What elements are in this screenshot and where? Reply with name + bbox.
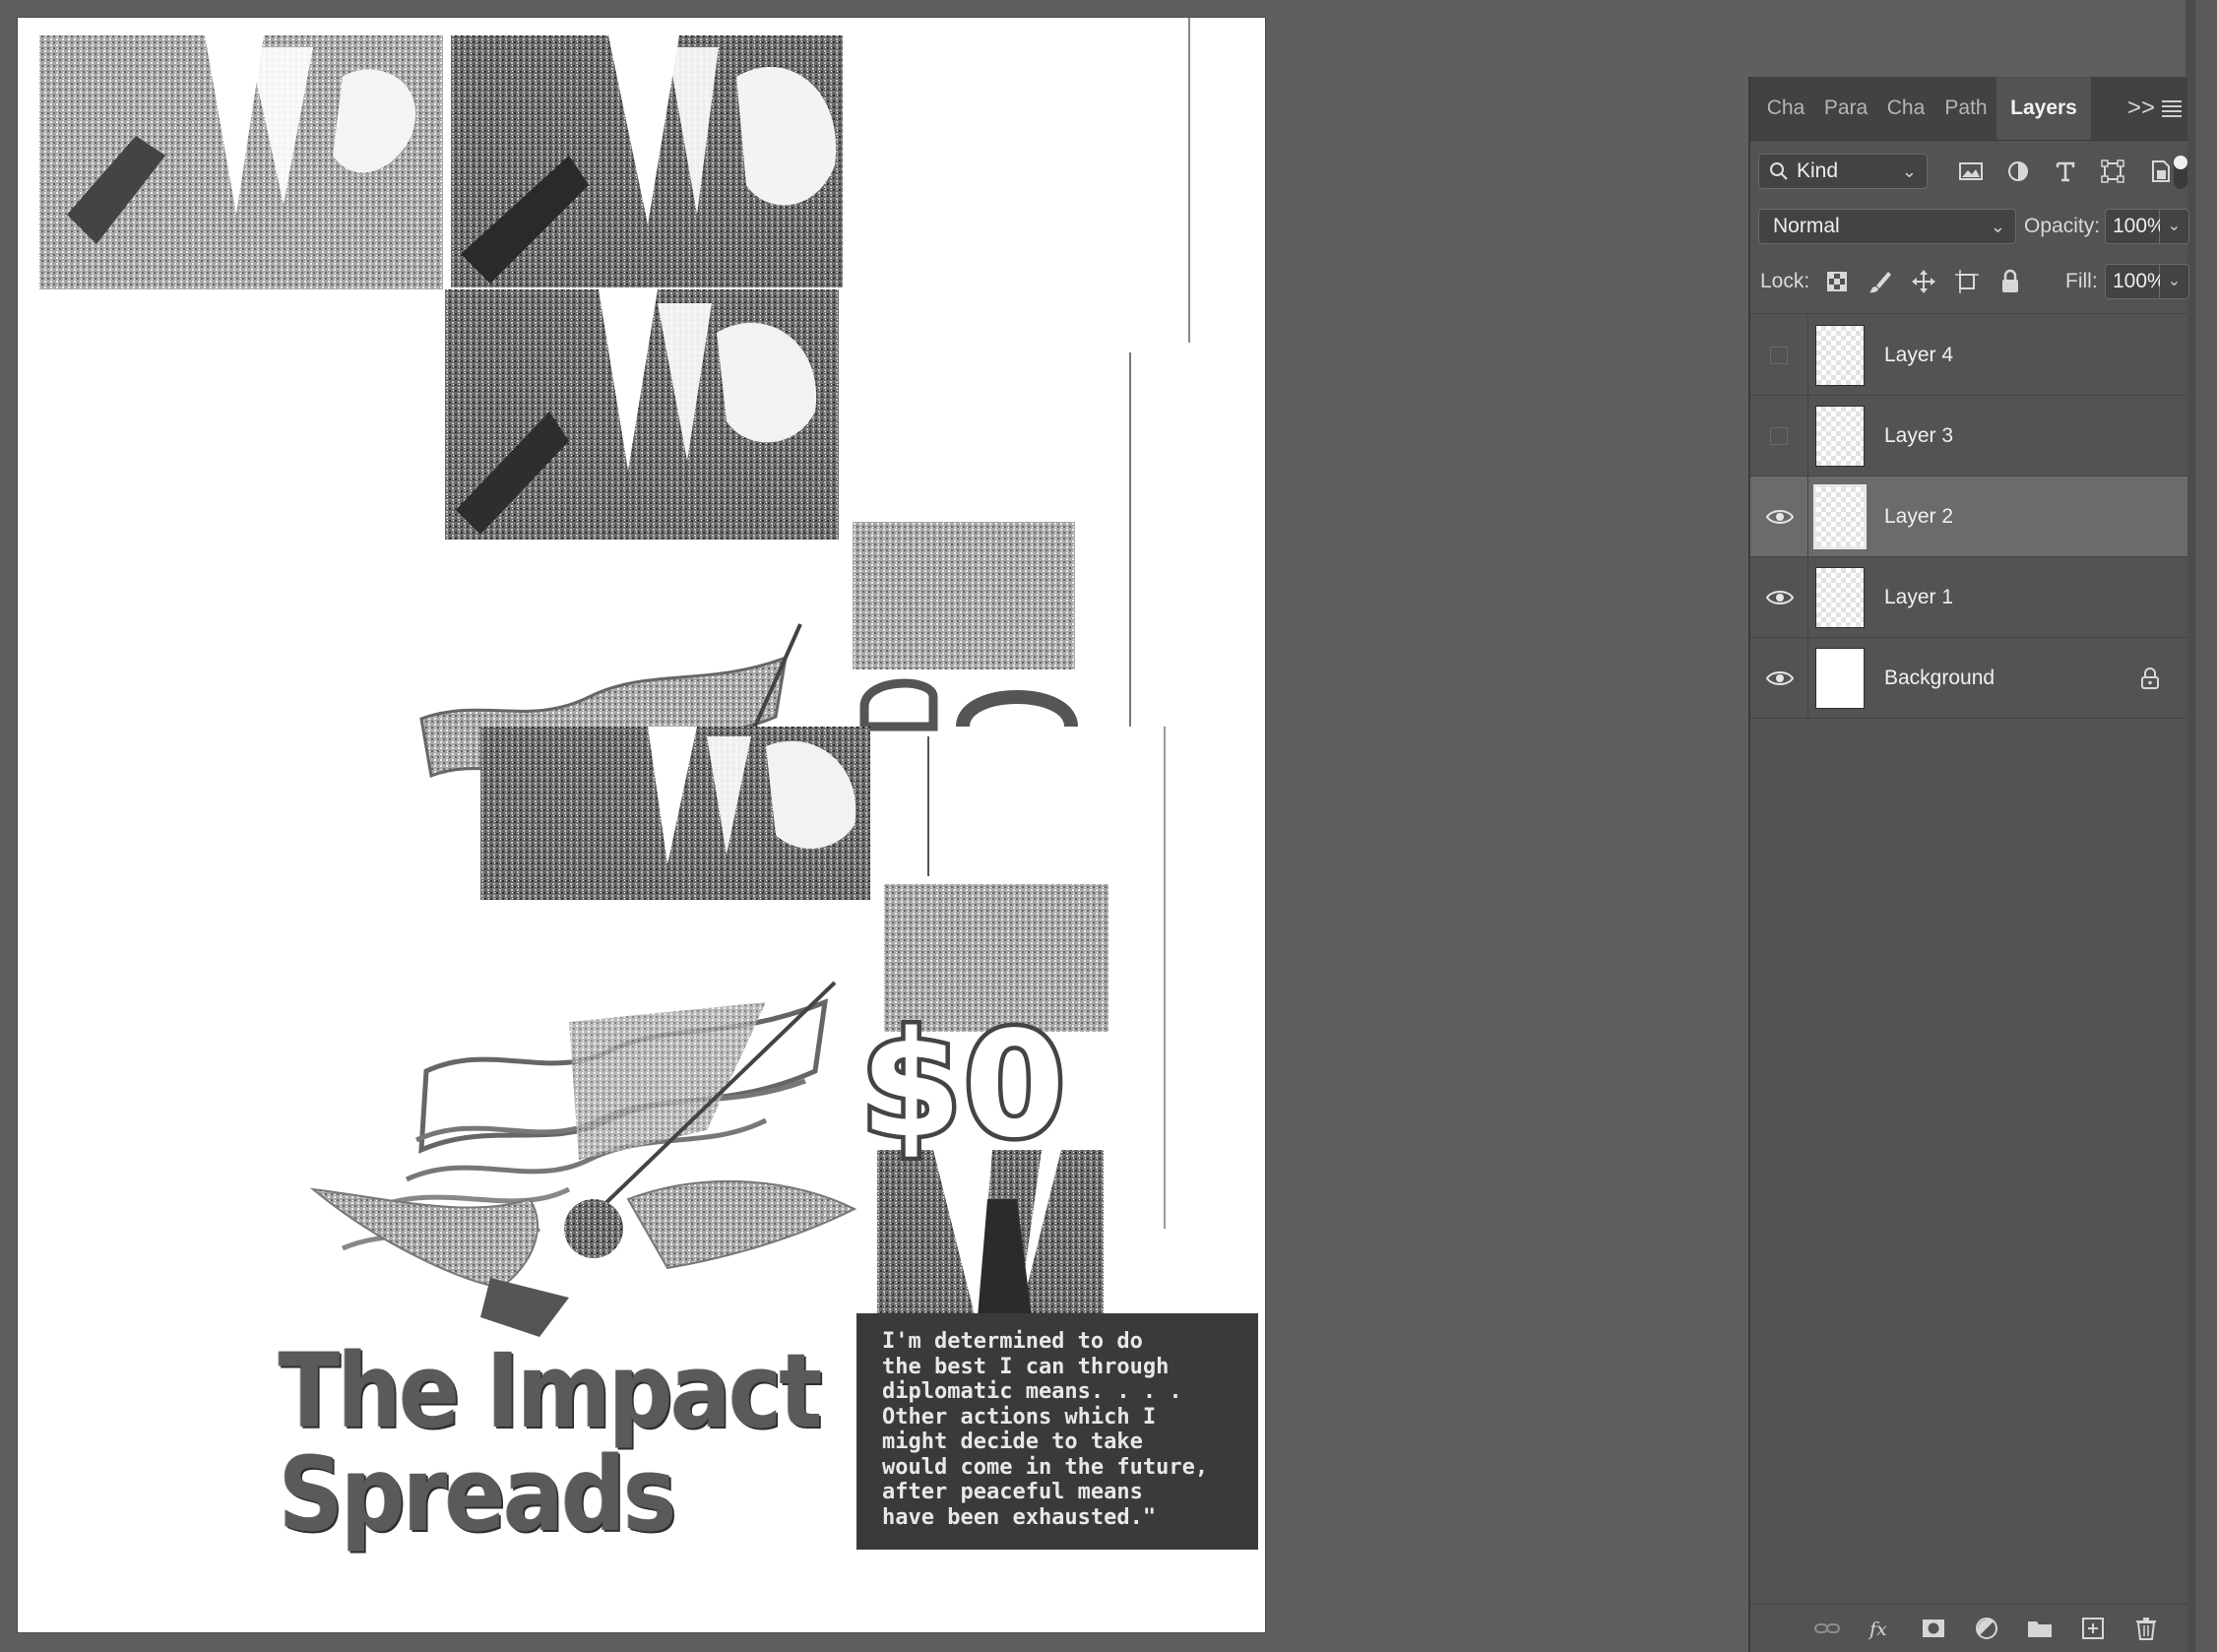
svg-text:fx: fx xyxy=(1868,1619,1887,1640)
add-mask-icon[interactable] xyxy=(1920,1615,1947,1642)
quote-box: I'm determined to do the best I can thro… xyxy=(856,1313,1258,1550)
chevron-down-icon: ⌄ xyxy=(1901,161,1917,181)
fill-label: Fill: xyxy=(2065,270,2098,292)
suit-image-3 xyxy=(445,289,839,540)
visibility-toggle[interactable] xyxy=(1750,396,1808,477)
layer-thumbnail xyxy=(1815,406,1865,467)
tab-character-2[interactable]: Cha xyxy=(1876,77,1935,140)
tab-paths[interactable]: Path xyxy=(1937,77,1995,140)
visibility-off-box xyxy=(1770,347,1788,364)
panel-dock-edge xyxy=(2185,0,2217,1652)
blend-row: Normal ⌄ Opacity: 100% ⌄ xyxy=(1750,199,2189,254)
lock-icon[interactable] xyxy=(2140,667,2160,689)
smart-object-filter-icon[interactable] xyxy=(2146,158,2174,185)
layers-bottom-toolbar: fx xyxy=(1750,1604,2187,1652)
visibility-off-box xyxy=(1770,427,1788,445)
layer-name: Background xyxy=(1884,667,1995,689)
layers-list: Layer 4 Layer 3 Layer 2 Layer 1 Backgrou… xyxy=(1750,315,2187,719)
money-fragment xyxy=(859,678,1078,731)
filter-toggle-switch[interactable] xyxy=(2174,156,2187,189)
search-icon xyxy=(1770,162,1788,180)
quote-line: might decide to take xyxy=(882,1430,1143,1454)
layer-thumbnail xyxy=(1813,484,1867,549)
tab-character-1[interactable]: Cha xyxy=(1756,77,1815,140)
suit-image-2 xyxy=(451,35,843,287)
layer-row-layer-4[interactable]: Layer 4 xyxy=(1750,315,2187,396)
layer-row-layer-3[interactable]: Layer 3 xyxy=(1750,396,2187,477)
visibility-toggle[interactable] xyxy=(1750,638,1808,719)
panel-expand-icon[interactable]: >> xyxy=(2126,77,2156,140)
layer-thumbnail xyxy=(1815,325,1865,386)
quote-line: would come in the future, xyxy=(882,1454,1209,1480)
new-adjustment-layer-icon[interactable] xyxy=(1973,1615,2000,1642)
opacity-label: Opacity: xyxy=(2024,215,2101,237)
new-layer-icon[interactable] xyxy=(2079,1615,2107,1642)
opacity-input[interactable]: 100% xyxy=(2105,209,2166,244)
lock-image-pixels-icon[interactable] xyxy=(1867,268,1894,295)
panel-tab-bar: Cha Para Cha Path Layers >> xyxy=(1750,77,2187,141)
quote-line: Other actions which I xyxy=(882,1404,1157,1430)
fill-input[interactable]: 100% xyxy=(2105,264,2166,299)
trash-icon[interactable] xyxy=(2132,1615,2160,1642)
lock-position-icon[interactable] xyxy=(1910,268,1937,295)
document-canvas[interactable]: The Impact Spreads $0 I'm determined to … xyxy=(18,18,1265,1632)
eye-icon xyxy=(1766,671,1794,685)
money-text: $0 xyxy=(856,1000,1070,1170)
layer-name: Layer 2 xyxy=(1884,505,1954,528)
flag-eagle-illustration xyxy=(309,981,857,1337)
suit-image-4 xyxy=(480,727,870,900)
headline-line-2: Spreads xyxy=(279,1434,677,1555)
filter-row: Kind ⌄ xyxy=(1750,144,2187,199)
tie-image xyxy=(877,1150,1104,1332)
tab-paragraph[interactable]: Para xyxy=(1817,77,1874,140)
link-layers-icon[interactable] xyxy=(1813,1615,1841,1642)
eye-icon xyxy=(1766,591,1794,604)
layer-name: Layer 1 xyxy=(1884,586,1954,608)
visibility-toggle[interactable] xyxy=(1750,477,1808,557)
lock-artboard-icon[interactable] xyxy=(1953,268,1981,295)
shape-layer-filter-icon[interactable] xyxy=(2099,158,2126,185)
suit-image-1 xyxy=(39,35,443,289)
blend-mode-value: Normal xyxy=(1773,215,1840,237)
layer-row-background[interactable]: Background xyxy=(1750,638,2187,719)
layer-row-layer-1[interactable]: Layer 1 xyxy=(1750,557,2187,638)
layer-thumbnail xyxy=(1815,648,1865,709)
visibility-toggle[interactable] xyxy=(1750,557,1808,638)
visibility-toggle[interactable] xyxy=(1750,315,1808,396)
texture-block-1 xyxy=(853,522,1075,669)
panel-menu-icon[interactable] xyxy=(2156,77,2187,140)
adjustment-layer-filter-icon[interactable] xyxy=(2004,158,2032,185)
filter-kind-select[interactable]: Kind ⌄ xyxy=(1758,154,1928,189)
eye-icon xyxy=(1766,510,1794,524)
layer-name: Layer 3 xyxy=(1884,424,1954,447)
layer-style-fx-icon[interactable]: fx xyxy=(1867,1615,1894,1642)
blend-mode-select[interactable]: Normal ⌄ xyxy=(1758,209,2016,244)
quote-line: diplomatic means. . . . xyxy=(882,1379,1182,1404)
layer-name: Layer 4 xyxy=(1884,344,1954,366)
chevron-down-icon: ⌄ xyxy=(1990,217,2005,236)
lock-all-icon[interactable] xyxy=(1996,268,2024,295)
opacity-dropdown-icon[interactable]: ⌄ xyxy=(2160,209,2189,244)
layer-row-layer-2[interactable]: Layer 2 xyxy=(1750,477,2187,557)
fill-dropdown-icon[interactable]: ⌄ xyxy=(2160,264,2189,299)
layer-thumbnail xyxy=(1815,567,1865,628)
lock-row: Lock: Fill: 100% ⌄ xyxy=(1750,254,2189,309)
layers-panel: Cha Para Cha Path Layers >> Kind ⌄ Norma… xyxy=(1748,77,2189,1652)
headline-line-1: The Impact xyxy=(279,1331,822,1451)
quote-line: the best I can through xyxy=(882,1354,1170,1379)
lock-transparent-pixels-icon[interactable] xyxy=(1823,268,1851,295)
pixel-layer-filter-icon[interactable] xyxy=(1957,158,1985,185)
new-group-folder-icon[interactable] xyxy=(2026,1615,2054,1642)
filter-kind-label: Kind xyxy=(1797,159,1839,182)
lock-label: Lock: xyxy=(1760,270,1810,292)
type-layer-filter-icon[interactable] xyxy=(2052,158,2079,185)
tab-layers[interactable]: Layers xyxy=(1996,77,2091,140)
quote-line: after peaceful means xyxy=(882,1480,1143,1504)
quote-line: I'm determined to do xyxy=(882,1329,1143,1354)
quote-line: have been exhausted." xyxy=(882,1504,1157,1530)
